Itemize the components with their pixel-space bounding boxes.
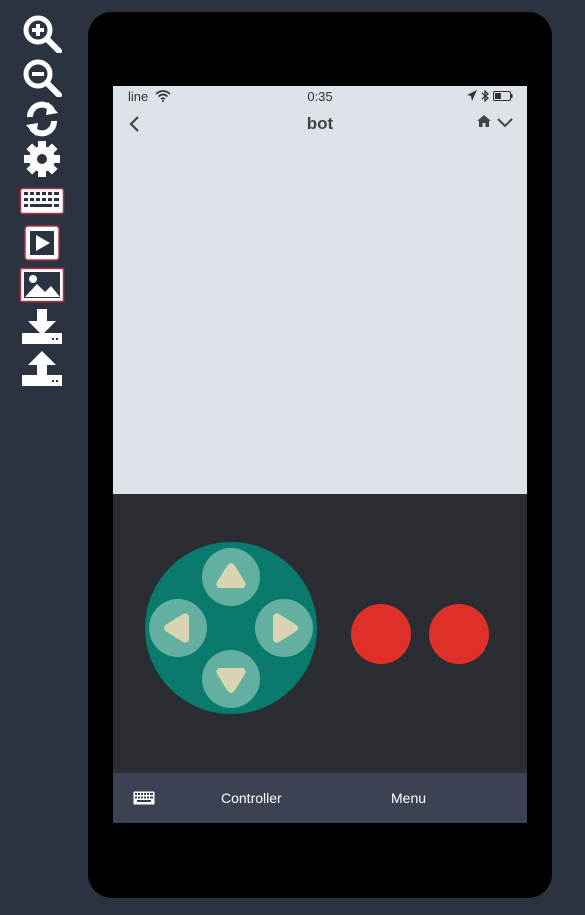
nav-bar: bot: [113, 108, 527, 140]
bluetooth-icon: [481, 90, 489, 102]
keyboard-tab[interactable]: [133, 791, 155, 808]
bot-content-area: [113, 140, 527, 494]
action-button-2[interactable]: [429, 604, 489, 664]
zoom-out-button[interactable]: [18, 58, 66, 97]
image-button[interactable]: [18, 266, 66, 304]
battery-icon: [493, 91, 513, 101]
dropdown-button[interactable]: [497, 116, 513, 134]
settings-button[interactable]: [18, 140, 66, 178]
tab-menu[interactable]: Menu: [391, 790, 426, 806]
upload-button[interactable]: [18, 350, 66, 388]
refresh-button[interactable]: [18, 100, 66, 138]
keyboard-icon: [19, 187, 65, 215]
dpad-right-button[interactable]: [255, 599, 313, 657]
action-button-1[interactable]: [351, 604, 411, 664]
image-icon: [19, 267, 65, 303]
refresh-icon: [26, 101, 58, 137]
dpad: [145, 542, 317, 714]
arrow-right-icon: [273, 613, 298, 643]
dpad-left-button[interactable]: [149, 599, 207, 657]
location-arrow-icon: [467, 90, 477, 101]
status-time: 0:35: [307, 89, 333, 104]
home-button[interactable]: [477, 115, 491, 133]
game-controller: [113, 494, 527, 773]
chevron-down-icon: [497, 118, 513, 128]
zoom-out-icon: [23, 59, 62, 97]
download-icon: [22, 309, 62, 344]
home-icon: [477, 115, 491, 127]
tab-controller[interactable]: Controller: [221, 790, 282, 806]
arrow-down-icon: [216, 668, 246, 693]
dpad-up-button[interactable]: [202, 548, 260, 606]
keyboard-button[interactable]: [18, 182, 66, 220]
upload-icon: [22, 351, 62, 386]
emulator-page: line 0:35 bot Controller Menu: [0, 0, 585, 915]
arrow-up-icon: [216, 563, 246, 588]
bottom-tab-bar: Controller Menu: [113, 773, 527, 823]
status-bar: line 0:35: [113, 86, 527, 108]
settings-gear-icon: [24, 141, 60, 177]
dpad-down-button[interactable]: [202, 650, 260, 708]
zoom-in-button[interactable]: [18, 14, 66, 53]
keyboard-icon: [133, 791, 155, 805]
arrow-left-icon: [164, 613, 189, 643]
play-icon: [24, 225, 60, 261]
page-title: bot: [306, 114, 334, 133]
zoom-in-icon: [23, 15, 62, 53]
play-button[interactable]: [18, 224, 66, 262]
phone-screen: line 0:35 bot Controller Menu: [113, 86, 527, 823]
download-button[interactable]: [18, 308, 66, 346]
status-indicators: [467, 90, 513, 102]
